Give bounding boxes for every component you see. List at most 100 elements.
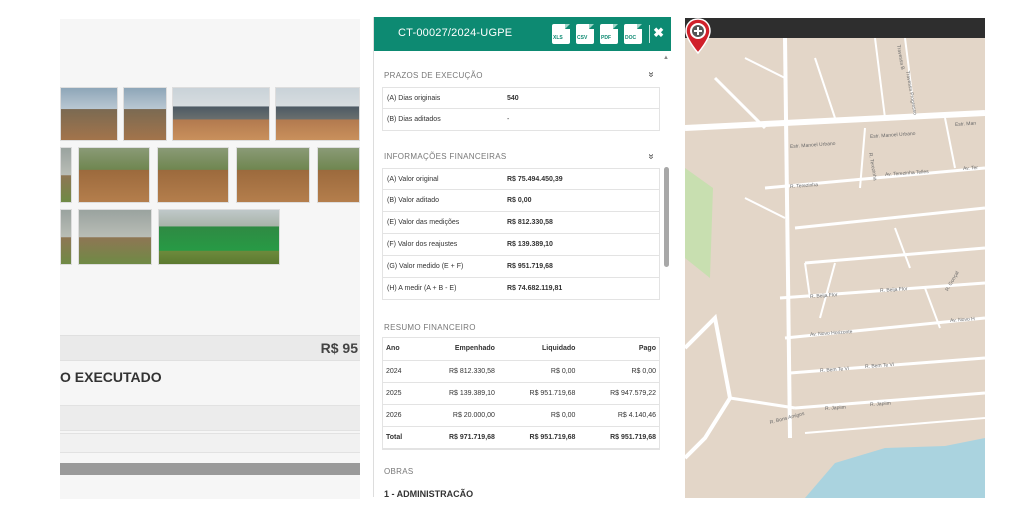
kv-label: (B) Valor aditado bbox=[387, 197, 440, 204]
table-cell: 2024 bbox=[383, 360, 418, 383]
collapse-chevron-icon[interactable]: » bbox=[646, 154, 657, 160]
section-title-prazos: PRAZOS DE EXECUÇÃO bbox=[384, 71, 483, 80]
screenshot-stage: R$ 95 O EXECUTADO CT-00027/2024-UGPE XLS… bbox=[0, 0, 1024, 520]
road-network bbox=[685, 37, 985, 460]
table-cell: R$ 4.140,46 bbox=[578, 404, 659, 427]
kv-row: (B) Dias aditados - bbox=[382, 109, 660, 131]
table-cell: R$ 951.719,68 bbox=[578, 426, 659, 449]
column-header: Pago bbox=[578, 338, 659, 361]
obras-list-item[interactable]: 1 - ADMINISTRAÇÃO bbox=[384, 489, 473, 497]
table-cell: R$ 0,00 bbox=[578, 360, 659, 383]
xls-file-icon[interactable]: XLS bbox=[552, 24, 570, 44]
table-cell: R$ 951.719,68 bbox=[497, 382, 579, 405]
kv-value: R$ 74.682.119,81 bbox=[507, 285, 563, 292]
photo-thumbnail[interactable] bbox=[275, 87, 360, 141]
kv-label: (B) Dias aditados bbox=[387, 116, 441, 123]
contract-detail-panel: CT-00027/2024-UGPE XLS CSV PDF DOC ✖ PRA… bbox=[373, 17, 671, 497]
contract-title: CT-00027/2024-UGPE bbox=[398, 27, 513, 39]
panel-header: CT-00027/2024-UGPE XLS CSV PDF DOC ✖ bbox=[374, 17, 671, 51]
map-canvas bbox=[685, 37, 985, 498]
scrollbar-thumb[interactable] bbox=[664, 167, 669, 267]
kv-row: (F) Valor dos reajustes R$ 139.389,10 bbox=[382, 234, 660, 256]
kv-value: R$ 0,00 bbox=[507, 197, 532, 204]
photo-thumbnail[interactable] bbox=[78, 147, 150, 203]
table-cell: 2026 bbox=[383, 404, 418, 427]
column-header: Ano bbox=[383, 338, 418, 361]
toolbar-divider bbox=[649, 25, 650, 43]
kv-row: (A) Dias originais 540 bbox=[382, 87, 660, 109]
photo-thumbnail[interactable] bbox=[60, 209, 72, 265]
photo-gallery-panel: R$ 95 O EXECUTADO bbox=[60, 19, 360, 499]
close-icon[interactable]: ✖ bbox=[653, 25, 664, 41]
photo-thumbnail[interactable] bbox=[317, 147, 360, 203]
photo-thumbnail[interactable] bbox=[60, 87, 118, 141]
kv-value: R$ 951.719,68 bbox=[507, 263, 553, 270]
pdf-file-icon[interactable]: PDF bbox=[600, 24, 618, 44]
table-cell: R$ 139.389,10 bbox=[417, 382, 498, 405]
kv-label: (F) Valor dos reajustes bbox=[387, 241, 458, 248]
column-header: Empenhado bbox=[417, 338, 498, 361]
doc-file-icon[interactable]: DOC bbox=[624, 24, 642, 44]
icon-label: XLS bbox=[553, 35, 563, 41]
kv-value: - bbox=[507, 116, 510, 123]
table-row: 2024 R$ 812.330,58 R$ 0,00 R$ 0,00 bbox=[383, 360, 659, 383]
map-top-bar bbox=[685, 18, 985, 38]
photo-thumbnail[interactable] bbox=[172, 87, 270, 141]
column-header: Liquidado bbox=[497, 338, 579, 361]
icon-label: DOC bbox=[625, 35, 637, 41]
table-cell: R$ 20.000,00 bbox=[417, 404, 498, 427]
table-cell: R$ 951.719,68 bbox=[497, 426, 579, 449]
table-cell: R$ 0,00 bbox=[497, 404, 579, 427]
kv-label: (E) Valor das medições bbox=[387, 219, 460, 226]
kv-row: (B) Valor aditado R$ 0,00 bbox=[382, 190, 660, 212]
kv-label: (A) Valor original bbox=[387, 176, 439, 183]
section-heading: O EXECUTADO bbox=[60, 369, 162, 385]
photo-thumbnail[interactable] bbox=[123, 87, 167, 141]
section-title-financeiras: INFORMAÇÕES FINANCEIRAS bbox=[384, 152, 507, 161]
panel-body: PRAZOS DE EXECUÇÃO » (A) Dias originais … bbox=[374, 51, 671, 497]
kv-label: (H) A medir (A + B - E) bbox=[387, 285, 457, 292]
kv-value: 540 bbox=[507, 95, 519, 102]
scrollbar[interactable] bbox=[60, 463, 360, 475]
kv-value: R$ 75.494.450,39 bbox=[507, 176, 563, 183]
resumo-table: Ano Empenhado Liquidado Pago 2024 R$ 812… bbox=[383, 338, 659, 449]
table-row: 2026 R$ 20.000,00 R$ 0,00 R$ 4.140,46 bbox=[383, 404, 659, 427]
kv-value: R$ 812.330,58 bbox=[507, 219, 553, 226]
table-row: 2025 R$ 139.389,10 R$ 951.719,68 R$ 947.… bbox=[383, 382, 659, 405]
icon-label: PDF bbox=[601, 35, 611, 41]
icon-label: CSV bbox=[577, 35, 588, 41]
photo-thumbnail[interactable] bbox=[236, 147, 310, 203]
location-pin-icon[interactable] bbox=[685, 18, 711, 54]
resumo-table-wrapper: Ano Empenhado Liquidado Pago 2024 R$ 812… bbox=[382, 337, 660, 450]
photo-thumbnail[interactable] bbox=[157, 147, 229, 203]
csv-file-icon[interactable]: CSV bbox=[576, 24, 594, 44]
table-cell: 2025 bbox=[383, 382, 418, 405]
photo-grid bbox=[60, 85, 360, 275]
photo-thumbnail[interactable] bbox=[60, 147, 72, 203]
photo-thumbnail[interactable] bbox=[78, 209, 152, 265]
kv-row: (H) A medir (A + B - E) R$ 74.682.119,81 bbox=[382, 278, 660, 300]
table-cell: R$ 971.719,68 bbox=[417, 426, 498, 449]
kv-value: R$ 139.389,10 bbox=[507, 241, 553, 248]
scroll-up-arrow-icon[interactable]: ▲ bbox=[663, 55, 669, 61]
kv-row: (G) Valor medido (E + F) R$ 951.719,68 bbox=[382, 256, 660, 278]
table-total-row: Total R$ 971.719,68 R$ 951.719,68 R$ 951… bbox=[383, 426, 659, 449]
table-cell: R$ 947.579,22 bbox=[578, 382, 659, 405]
table-row bbox=[60, 433, 360, 453]
map-view[interactable]: Estr. Manoel Urbano Estr. Manoel Urbano … bbox=[685, 18, 985, 498]
park-area bbox=[685, 168, 713, 278]
kv-label: (G) Valor medido (E + F) bbox=[387, 263, 464, 270]
kv-row: (E) Valor das medições R$ 812.330,58 bbox=[382, 212, 660, 234]
section-title-resumo: RESUMO FINANCEIRO bbox=[384, 323, 476, 332]
street-label: Av. Ter bbox=[962, 164, 979, 172]
table-header-row: Ano Empenhado Liquidado Pago bbox=[383, 338, 659, 361]
photo-thumbnail[interactable] bbox=[158, 209, 280, 265]
value-bar: R$ 95 bbox=[60, 335, 360, 361]
table-cell: R$ 0,00 bbox=[497, 360, 579, 383]
table-cell: Total bbox=[383, 426, 418, 449]
section-title-obras: OBRAS bbox=[384, 467, 414, 476]
table-row bbox=[60, 405, 360, 431]
kv-label: (A) Dias originais bbox=[387, 95, 441, 102]
table-cell: R$ 812.330,58 bbox=[417, 360, 498, 383]
collapse-chevron-icon[interactable]: » bbox=[646, 72, 657, 78]
